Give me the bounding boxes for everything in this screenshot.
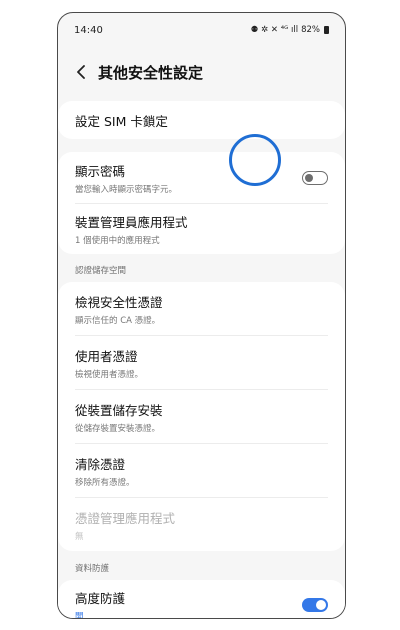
show-password-toggle[interactable] [302, 170, 328, 185]
item-sub: 顯示信任的 CA 憑證。 [75, 315, 161, 326]
high-protection-toggle[interactable] [302, 598, 328, 612]
status-time: 14:40 [74, 24, 103, 36]
toggle-knob [305, 173, 313, 182]
page-title: 其他安全性設定 [98, 63, 204, 82]
show-password-title: 顯示密碼 [75, 163, 126, 179]
credential-card: 檢視安全性憑證 顯示信任的 CA 憑證。 使用者憑證 檢視使用者憑證。 從裝置儲… [58, 282, 345, 551]
sim-lock-item[interactable]: 設定 SIM 卡鎖定 [58, 101, 345, 139]
data-protection-label: 資料防護 [75, 564, 110, 574]
high-protection-item[interactable]: 高度防護 開 [58, 580, 345, 619]
item-sub: 從儲存裝置安裝憑證。 [75, 423, 161, 434]
item-title: 憑證管理應用程式 [75, 510, 176, 526]
toggle-knob [316, 600, 326, 610]
item-sub: 檢視使用者憑證。 [75, 369, 144, 380]
header: 其他安全性設定 [58, 47, 345, 97]
credential-item-install[interactable]: 從裝置儲存安裝 從儲存裝置安裝憑證。 [58, 390, 345, 443]
device-admin-item[interactable]: 裝置管理員應用程式 1 個使用中的應用程式 [58, 204, 345, 254]
data-protection-card: 高度防護 開 [58, 580, 345, 619]
item-sub: 無 [75, 531, 84, 542]
sim-lock-card: 設定 SIM 卡鎖定 [58, 101, 345, 139]
credential-item-user-certs[interactable]: 使用者憑證 檢視使用者憑證。 [58, 336, 345, 389]
item-title: 使用者憑證 [75, 348, 138, 364]
credential-item-view-certs[interactable]: 檢視安全性憑證 顯示信任的 CA 憑證。 [58, 282, 345, 335]
item-sub: 移除所有憑證。 [75, 477, 135, 488]
battery-level: 82% [301, 25, 320, 35]
credential-section-label: 認證儲存空間 [75, 266, 127, 276]
phone-frame: 14:40 ⚉ ✲ ✕ ⁴ᴳ ıll 82% 其他安全性設定 設定 SIM 卡鎖… [57, 12, 346, 619]
item-title: 清除憑證 [75, 456, 126, 472]
chevron-left-icon[interactable] [72, 63, 90, 81]
status-indicator-icons: ⚉ ✲ ✕ ⁴ᴳ ıll [250, 25, 299, 35]
device-admin-sub: 1 個使用中的應用程式 [75, 236, 160, 246]
status-icons: ⚉ ✲ ✕ ⁴ᴳ ıll 82% [251, 25, 329, 35]
high-protection-title: 高度防護 [75, 591, 126, 606]
battery-icon [324, 26, 329, 34]
item-title: 檢視安全性憑證 [75, 294, 163, 310]
credential-item-management-app[interactable]: 憑證管理應用程式 無 [58, 498, 345, 551]
device-admin-title: 裝置管理員應用程式 [75, 215, 188, 230]
show-password-sub: 當您輸入時顯示密碼字元。 [75, 184, 178, 195]
high-protection-status: 開 [75, 612, 84, 619]
show-password-item[interactable]: 顯示密碼 當您輸入時顯示密碼字元。 [58, 152, 345, 203]
highlight-ring [229, 134, 281, 186]
status-bar: 14:40 ⚉ ✲ ✕ ⁴ᴳ ıll 82% [58, 13, 345, 47]
password-admin-card: 顯示密碼 當您輸入時顯示密碼字元。 裝置管理員應用程式 1 個使用中的應用程式 [58, 152, 345, 254]
credential-item-clear[interactable]: 清除憑證 移除所有憑證。 [58, 444, 345, 497]
sim-lock-title: 設定 SIM 卡鎖定 [75, 113, 168, 129]
item-title: 從裝置儲存安裝 [75, 402, 163, 418]
